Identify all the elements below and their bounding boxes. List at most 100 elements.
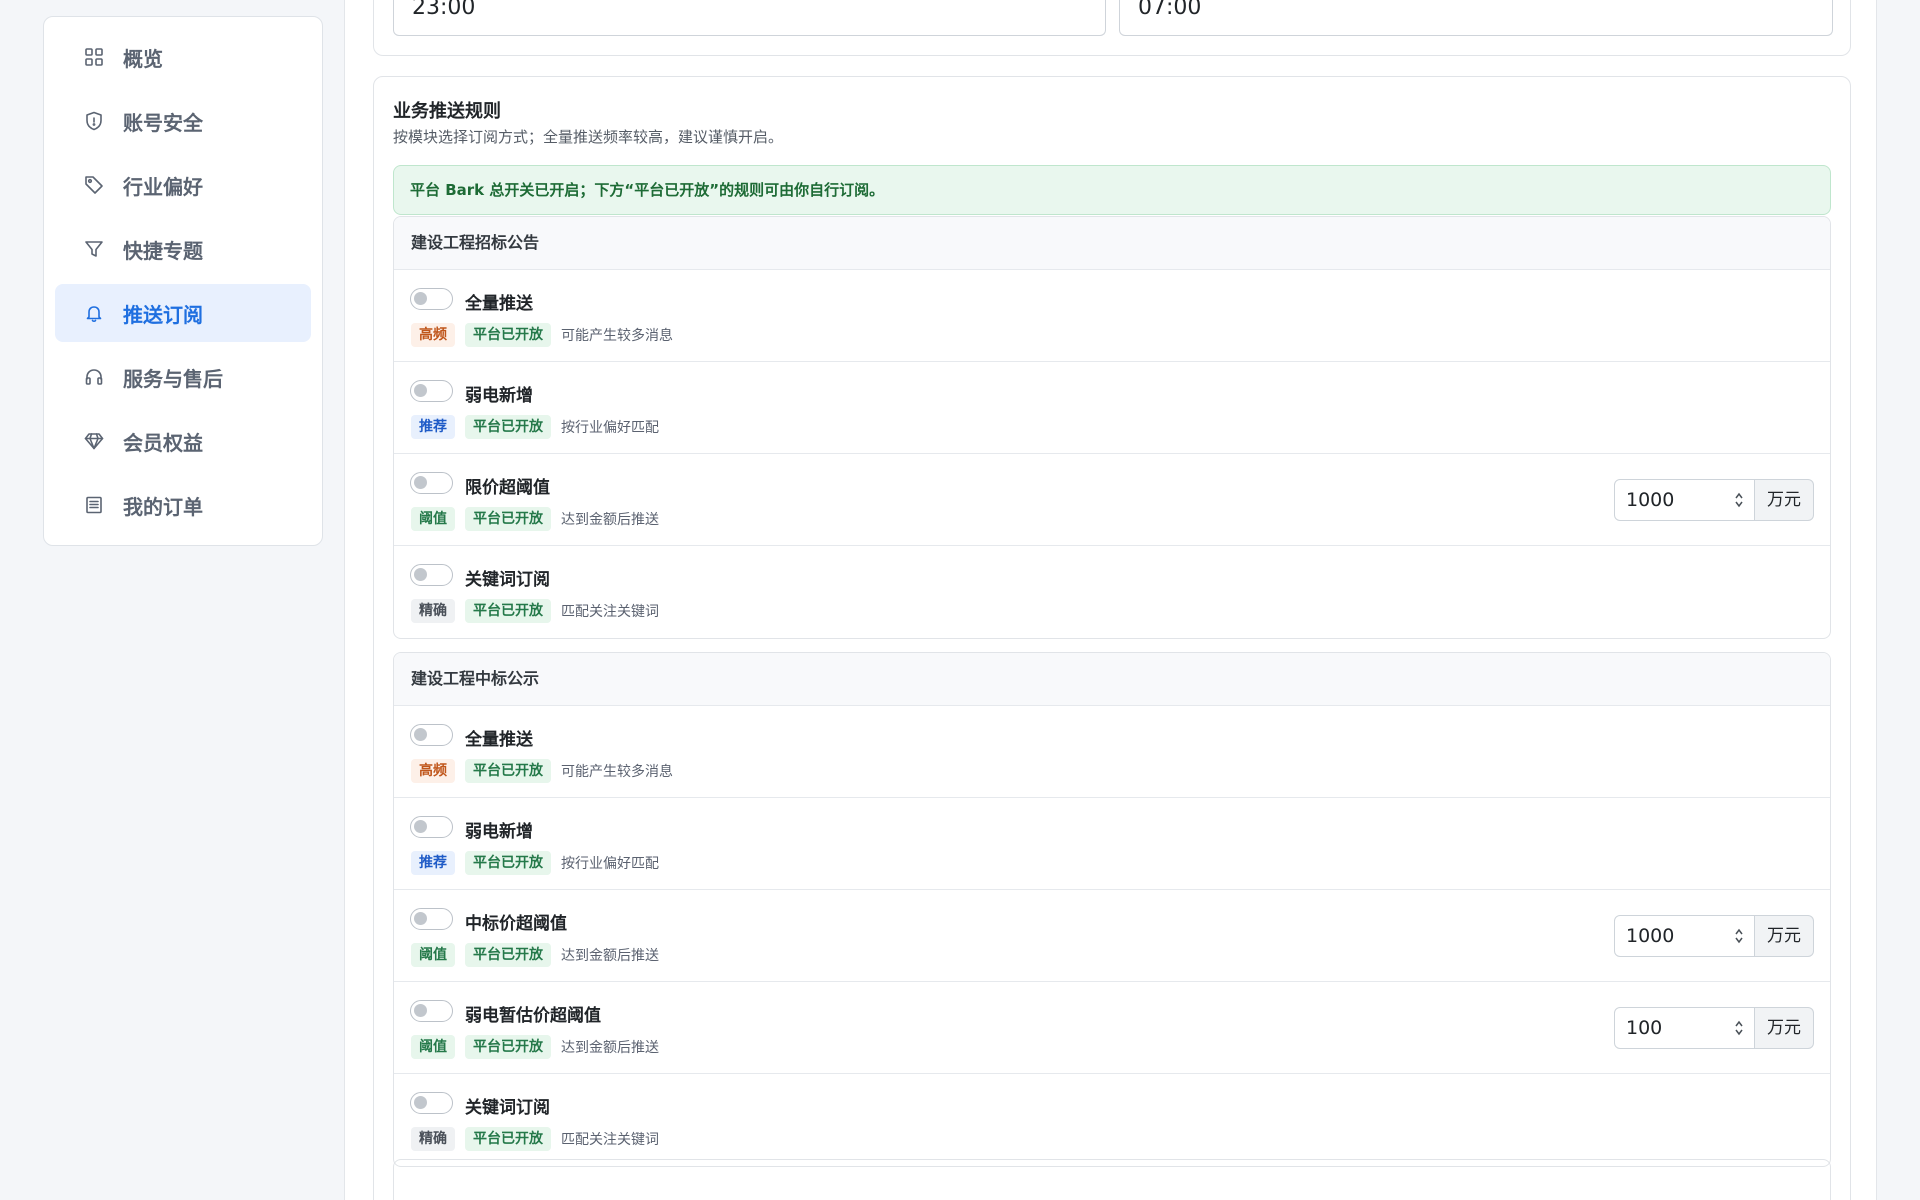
rule-title: 中标价超阈值 bbox=[465, 914, 567, 934]
rule-toggle[interactable] bbox=[410, 472, 453, 494]
rule-description: 可能产生较多消息 bbox=[561, 764, 673, 780]
diamond-icon bbox=[83, 430, 105, 452]
rule-title: 弱电新增 bbox=[465, 822, 533, 842]
rule-description: 达到金额后推送 bbox=[561, 948, 659, 964]
recommend-badge: 推荐 bbox=[411, 851, 455, 875]
rule-title: 限价超阈值 bbox=[465, 478, 550, 498]
sidebar-item-account-security[interactable]: 账号安全 bbox=[55, 92, 311, 150]
rule-description: 匹配关注关键词 bbox=[561, 604, 659, 620]
headset-icon bbox=[83, 366, 105, 388]
sidebar-item-label: 快捷专题 bbox=[123, 238, 203, 263]
sidebar-item-label: 行业偏好 bbox=[123, 174, 203, 199]
rule-row: 关键词订阅 精确 平台已开放 匹配关注关键词 bbox=[394, 546, 1830, 638]
status-badge: 平台已开放 bbox=[465, 599, 551, 623]
tag-icon bbox=[83, 174, 105, 196]
shield-icon bbox=[83, 110, 105, 132]
sidebar-item-label: 我的订单 bbox=[123, 494, 203, 519]
rule-description: 匹配关注关键词 bbox=[561, 1132, 659, 1148]
rule-description: 按行业偏好匹配 bbox=[561, 420, 659, 436]
rule-toggle[interactable] bbox=[410, 724, 453, 746]
rule-row: 全量推送 高频 平台已开放 可能产生较多消息 bbox=[394, 270, 1830, 362]
group-title: 建设工程招标公告 bbox=[394, 217, 1830, 270]
sidebar-item-label: 会员权益 bbox=[123, 430, 203, 455]
quiet-end-input[interactable]: 07:00 bbox=[1119, 0, 1833, 36]
threshold-amount-input[interactable]: 1000 bbox=[1614, 915, 1755, 957]
rule-description: 达到金额后推送 bbox=[561, 1040, 659, 1056]
amount-unit: 万元 bbox=[1755, 1007, 1814, 1049]
threshold-amount-group: 1000 万元 bbox=[1614, 915, 1814, 957]
status-badge: 平台已开放 bbox=[465, 943, 551, 967]
sidebar-item-label: 概览 bbox=[123, 46, 163, 71]
precise-badge: 精确 bbox=[411, 1127, 455, 1151]
rule-group-tender-announcement: 建设工程招标公告 全量推送 高频 平台已开放 可能产生较多消息 弱电新增 推荐 … bbox=[393, 216, 1831, 639]
spinner-icon[interactable] bbox=[1734, 927, 1744, 945]
threshold-amount-group: 1000 万元 bbox=[1614, 479, 1814, 521]
frequency-badge: 高频 bbox=[411, 759, 455, 783]
rule-title: 全量推送 bbox=[465, 730, 533, 750]
sidebar-item-label: 账号安全 bbox=[123, 110, 203, 135]
rule-toggle[interactable] bbox=[410, 816, 453, 838]
threshold-badge: 阈值 bbox=[411, 943, 455, 967]
status-badge: 平台已开放 bbox=[465, 1035, 551, 1059]
amount-unit: 万元 bbox=[1755, 479, 1814, 521]
sidebar: 概览 账号安全 行业偏好 快捷专题 推送订阅 服务与售后 会员权益 我的订单 bbox=[43, 16, 323, 546]
rule-title: 关键词订阅 bbox=[465, 570, 550, 590]
precise-badge: 精确 bbox=[411, 599, 455, 623]
threshold-amount-group: 100 万元 bbox=[1614, 1007, 1814, 1049]
rule-title: 全量推送 bbox=[465, 294, 533, 314]
filter-icon bbox=[83, 238, 105, 260]
status-badge: 平台已开放 bbox=[465, 415, 551, 439]
rule-description: 达到金额后推送 bbox=[561, 512, 659, 528]
status-badge: 平台已开放 bbox=[465, 323, 551, 347]
amount-unit: 万元 bbox=[1755, 915, 1814, 957]
sidebar-item-membership[interactable]: 会员权益 bbox=[55, 412, 311, 470]
rule-toggle[interactable] bbox=[410, 288, 453, 310]
status-badge: 平台已开放 bbox=[465, 851, 551, 875]
status-badge: 平台已开放 bbox=[465, 759, 551, 783]
frequency-badge: 高频 bbox=[411, 323, 455, 347]
threshold-badge: 阈值 bbox=[411, 507, 455, 531]
status-badge: 平台已开放 bbox=[465, 1127, 551, 1151]
sidebar-item-label: 服务与售后 bbox=[123, 366, 223, 391]
quiet-hours-card: 23:00 07:00 bbox=[373, 0, 1851, 56]
rule-row: 全量推送 高频 平台已开放 可能产生较多消息 bbox=[394, 706, 1830, 798]
sidebar-item-overview[interactable]: 概览 bbox=[55, 28, 311, 86]
threshold-badge: 阈值 bbox=[411, 1035, 455, 1059]
recommend-badge: 推荐 bbox=[411, 415, 455, 439]
business-push-rules-card: 业务推送规则 按模块选择订阅方式；全量推送频率较高，建议谨慎开启。 平台 Bar… bbox=[373, 76, 1851, 1200]
bark-status-alert: 平台 Bark 总开关已开启；下方“平台已开放”的规则可由你自行订阅。 bbox=[393, 165, 1831, 215]
rule-toggle[interactable] bbox=[410, 1092, 453, 1114]
rule-toggle[interactable] bbox=[410, 908, 453, 930]
rule-title: 弱电新增 bbox=[465, 386, 533, 406]
rule-description: 可能产生较多消息 bbox=[561, 328, 673, 344]
spinner-icon[interactable] bbox=[1734, 491, 1744, 509]
status-badge: 平台已开放 bbox=[465, 507, 551, 531]
rule-row: 中标价超阈值 阈值 平台已开放 达到金额后推送 1000 万元 bbox=[394, 890, 1830, 982]
rule-row: 限价超阈值 阈值 平台已开放 达到金额后推送 1000 万元 bbox=[394, 454, 1830, 546]
sidebar-item-quick-topics[interactable]: 快捷专题 bbox=[55, 220, 311, 278]
grid-icon bbox=[83, 46, 105, 68]
spinner-icon[interactable] bbox=[1734, 1019, 1744, 1037]
group-title: 建设工程中标公示 bbox=[394, 653, 1830, 706]
rule-group-next bbox=[393, 1159, 1831, 1200]
rule-title: 关键词订阅 bbox=[465, 1098, 550, 1118]
rule-row: 弱电新增 推荐 平台已开放 按行业偏好匹配 bbox=[394, 798, 1830, 890]
receipt-icon bbox=[83, 494, 105, 516]
rule-toggle[interactable] bbox=[410, 1000, 453, 1022]
rule-row: 弱电新增 推荐 平台已开放 按行业偏好匹配 bbox=[394, 362, 1830, 454]
rules-description: 按模块选择订阅方式；全量推送频率较高，建议谨慎开启。 bbox=[393, 128, 784, 146]
quiet-start-input[interactable]: 23:00 bbox=[393, 0, 1106, 36]
main-panel: 23:00 07:00 业务推送规则 按模块选择订阅方式；全量推送频率较高，建议… bbox=[344, 0, 1877, 1200]
rule-toggle[interactable] bbox=[410, 564, 453, 586]
rule-description: 按行业偏好匹配 bbox=[561, 856, 659, 872]
sidebar-item-industry-preference[interactable]: 行业偏好 bbox=[55, 156, 311, 214]
sidebar-item-push-subscription[interactable]: 推送订阅 bbox=[55, 284, 311, 342]
rule-toggle[interactable] bbox=[410, 380, 453, 402]
rule-group-award-notice: 建设工程中标公示 全量推送 高频 平台已开放 可能产生较多消息 弱电新增 推荐 … bbox=[393, 652, 1831, 1167]
threshold-amount-input[interactable]: 100 bbox=[1614, 1007, 1755, 1049]
sidebar-item-label: 推送订阅 bbox=[123, 302, 203, 327]
sidebar-item-orders[interactable]: 我的订单 bbox=[55, 476, 311, 534]
rule-title: 弱电暂估价超阈值 bbox=[465, 1006, 601, 1026]
threshold-amount-input[interactable]: 1000 bbox=[1614, 479, 1755, 521]
sidebar-item-service[interactable]: 服务与售后 bbox=[55, 348, 311, 406]
